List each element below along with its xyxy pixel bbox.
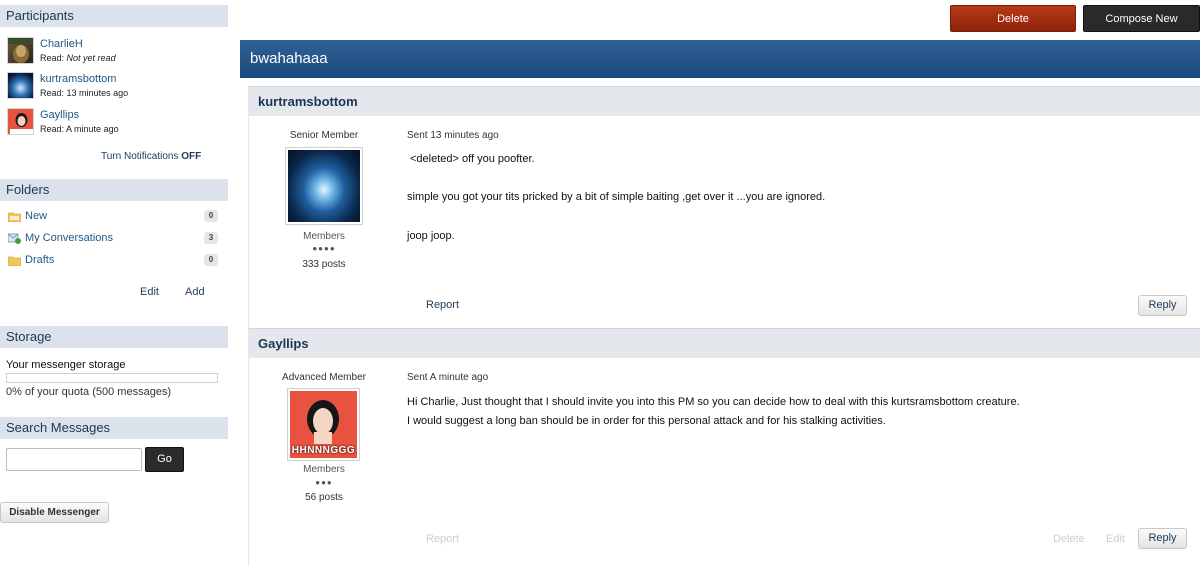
search-header: Search Messages [0,417,228,439]
post-line: simple you got your tits pricked by a bi… [407,191,826,203]
post-line: joop joop. [407,230,455,242]
post-sent-time: Sent A minute ago [407,372,489,383]
participant-name[interactable]: CharlieH [40,37,116,51]
author-rank: Senior Member [289,130,359,141]
sidebar: Participants CharlieH Read: Not yet read… [0,0,228,566]
report-link[interactable]: Report [426,299,459,311]
author-reputation-pips: ●●●● [312,244,336,253]
folder-add-link[interactable]: Add [185,286,205,298]
disable-messenger-button[interactable]: Disable Messenger [0,502,109,523]
participant-read-status: Read: 13 minutes ago [40,88,129,98]
author-rank: Advanced Member [282,372,366,383]
compose-new-button[interactable]: Compose New [1083,5,1200,32]
avatar[interactable] [7,108,34,135]
participant-read-status: Read: A minute ago [40,124,119,134]
folder-icon [8,256,21,266]
conversation-title: bwahahaaa [240,40,1200,78]
participant-name[interactable]: Gayllips [40,108,119,122]
post-author[interactable]: kurtramsbottom [249,86,1200,116]
edit-post-link[interactable]: Edit [1106,533,1125,545]
reply-button[interactable]: Reply [1138,295,1187,316]
folder-count: 0 [204,210,218,222]
author-avatar[interactable]: HHNNNGGG [287,388,360,461]
folder-new[interactable]: New 0 [8,207,218,225]
post-line: <deleted> off you poofter. [410,153,535,165]
participant-read-status: Read: Not yet read [40,53,116,63]
report-link[interactable]: Report [426,533,459,545]
avatar[interactable] [7,37,34,64]
search-go-button[interactable]: Go [145,447,184,472]
author-group: Members [303,231,345,242]
storage-header: Storage [0,326,228,348]
post-author[interactable]: Gayllips [249,328,1200,358]
participant-name[interactable]: kurtramsbottom [40,72,128,86]
avatar[interactable] [7,72,34,99]
delete-conversation-button[interactable]: Delete [950,5,1076,32]
folder-label: Drafts [25,254,55,266]
participant-kurtramsbottom: kurtramsbottom Read: 13 minutes ago [7,72,128,100]
author-avatar[interactable] [285,147,363,225]
folder-count: 3 [204,232,218,244]
post-line: I would suggest a long ban should be in … [407,415,886,427]
folder-drafts[interactable]: Drafts 0 [8,251,218,269]
reply-button[interactable]: Reply [1138,528,1187,549]
participant-charlieh: CharlieH Read: Not yet read [7,37,116,65]
folders-header: Folders [0,179,228,201]
author-reputation-pips: ●●● [315,478,333,487]
storage-quota: 0% of your quota (500 messages) [6,386,172,398]
conversation-main: Delete Compose New bwahahaaa kurtramsbot… [240,0,1200,566]
notifications-toggle[interactable]: Turn Notifications OFF [101,151,201,162]
post-sent-time: Sent 13 minutes ago [407,130,499,141]
delete-post-link[interactable]: Delete [1053,533,1085,545]
post-kurtramsbottom: kurtramsbottom Senior Member Members ●●●… [248,86,1200,329]
folder-count: 0 [204,254,218,266]
search-input[interactable] [6,448,142,471]
storage-bar [6,373,218,383]
folder-label: My Conversations [25,232,114,244]
participants-header: Participants [0,5,228,27]
folder-new-icon [8,212,21,222]
author-post-count[interactable]: 56 posts [264,492,384,503]
author-group: Members [303,464,345,475]
folder-label: New [25,210,48,222]
conversations-icon [8,233,21,244]
participant-gayllips: Gayllips Read: A minute ago [7,108,119,136]
storage-label: Your messenger storage [6,359,126,371]
author-post-count[interactable]: 333 posts [264,259,384,270]
post-gayllips: Gayllips Advanced Member HHNNNGGG Member… [248,328,1200,566]
folder-edit-link[interactable]: Edit [140,286,159,298]
folder-my-conversations[interactable]: My Conversations 3 [8,229,218,247]
avatar-caption: HHNNNGGG [291,445,356,456]
post-line: Hi Charlie, Just thought that I should i… [407,396,1020,408]
